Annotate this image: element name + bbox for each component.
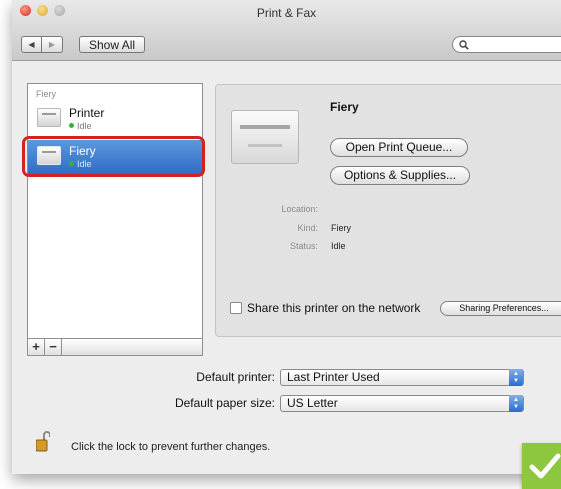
status-value: Idle — [331, 241, 346, 251]
remove-printer-button[interactable]: − — [44, 338, 61, 356]
status-dot-icon — [69, 123, 74, 128]
kind-value: Fiery — [331, 223, 351, 233]
printer-paper-slot — [240, 125, 290, 129]
add-remove-bar: + − — [27, 338, 203, 356]
printer-name: Printer — [69, 106, 105, 120]
printer-icon — [37, 108, 61, 127]
lock-message: Click the lock to prevent further change… — [71, 441, 271, 453]
search-icon — [459, 40, 469, 50]
add-printer-button[interactable]: + — [27, 338, 44, 356]
lock-open-icon[interactable] — [36, 430, 50, 452]
selected-printer-name: Fiery — [330, 100, 359, 114]
printer-status: Idle — [69, 121, 92, 131]
back-forward-control: ◀ ▶ — [21, 36, 63, 53]
default-printer-select[interactable]: Last Printer Used ▲ ▼ — [280, 369, 524, 386]
printer-list-item[interactable]: Printer Idle — [28, 102, 202, 136]
window-title: Print & Fax — [256, 6, 317, 20]
share-printer-checkbox[interactable] — [230, 302, 242, 314]
printer-tray — [248, 144, 282, 147]
open-print-queue-button[interactable]: Open Print Queue... — [330, 138, 468, 157]
default-printer-value: Last Printer Used — [287, 370, 380, 384]
location-label: Location: — [281, 204, 318, 214]
selection-highlight-outline — [22, 136, 205, 177]
sharing-preferences-button[interactable]: Sharing Preferences... — [440, 301, 561, 316]
status-label: Status: — [289, 241, 318, 251]
kind-label: Kind: — [297, 223, 318, 233]
options-supplies-button[interactable]: Options & Supplies... — [330, 166, 470, 185]
default-paper-size-select[interactable]: US Letter ▲ ▼ — [280, 395, 524, 412]
printer-status-text: Idle — [77, 121, 92, 131]
search-input[interactable] — [452, 36, 561, 53]
default-paper-size-label: Default paper size: — [174, 396, 275, 410]
done-badge — [522, 443, 561, 489]
print-fax-window: Print & Fax ◀ ▶ Show All Fiery Printer I… — [12, 0, 561, 474]
checkmark-icon — [529, 453, 561, 479]
popup-arrows-icon: ▲ ▼ — [509, 395, 523, 412]
add-remove-bar-filler — [61, 338, 203, 356]
printer-list[interactable]: Fiery Printer Idle Fiery Idle — [27, 83, 203, 339]
default-paper-size-value: US Letter — [287, 396, 338, 410]
forward-button[interactable]: ▶ — [42, 36, 63, 53]
popup-arrows-icon: ▲ ▼ — [509, 369, 523, 386]
large-printer-icon — [231, 110, 299, 164]
default-printer-label: Default printer: — [196, 370, 275, 384]
back-button[interactable]: ◀ — [21, 36, 42, 53]
title-bar: Print & Fax ◀ ▶ Show All — [12, 0, 561, 61]
show-all-button[interactable]: Show All — [79, 36, 146, 53]
share-printer-label[interactable]: Share this printer on the network — [247, 301, 420, 315]
printer-group-label: Fiery — [36, 89, 56, 99]
